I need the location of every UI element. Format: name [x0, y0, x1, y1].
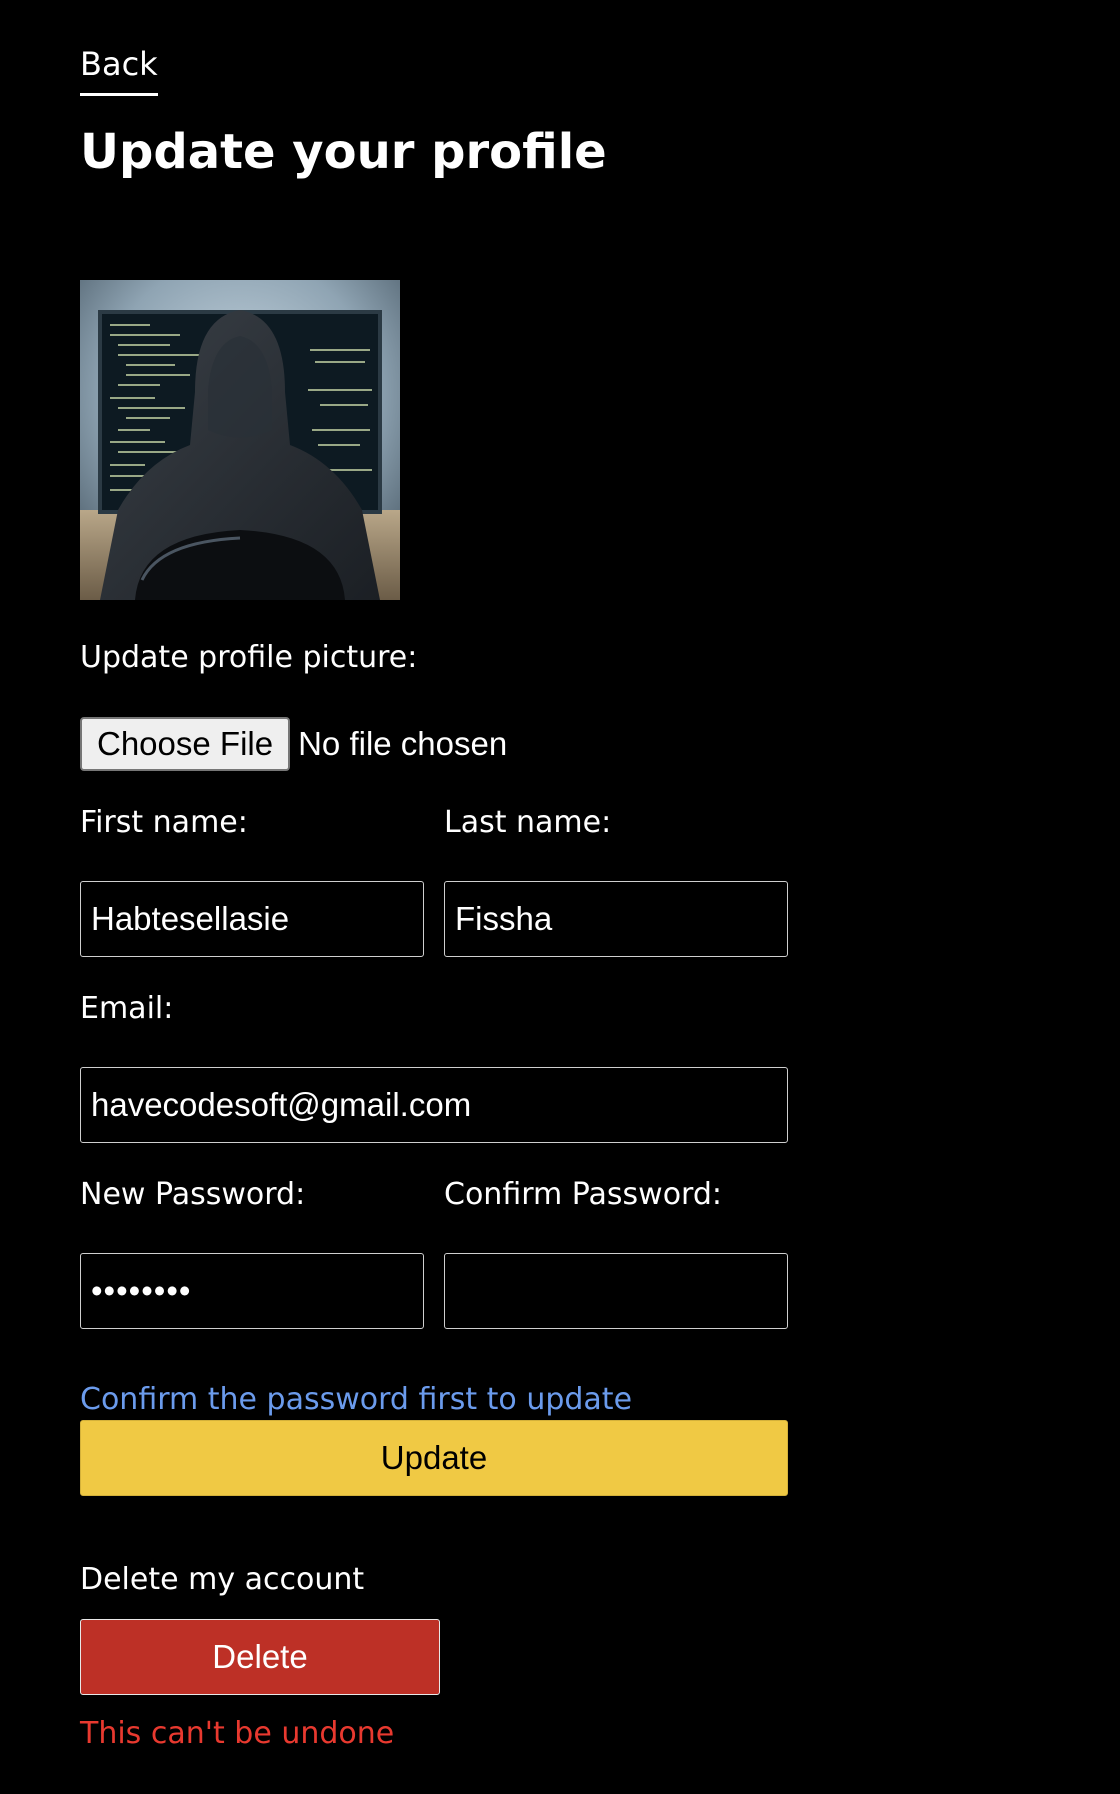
update-button[interactable]: Update — [80, 1420, 788, 1496]
last-name-input[interactable] — [444, 881, 788, 957]
delete-account-label: Delete my account — [80, 1562, 365, 1597]
file-picker: Choose File No file chosen — [80, 717, 507, 771]
hooded-coder-avatar-icon — [80, 280, 400, 600]
new-password-label: New Password: — [80, 1177, 306, 1212]
choose-file-button[interactable]: Choose File — [80, 717, 291, 771]
last-name-label: Last name: — [444, 805, 612, 840]
confirm-password-label: Confirm Password: — [444, 1177, 723, 1212]
first-name-input[interactable] — [80, 881, 424, 957]
profile-picture-label: Update profile picture: — [80, 640, 418, 675]
email-label: Email: — [80, 991, 174, 1026]
page-title: Update your profile — [80, 124, 607, 180]
delete-warning-text: This can't be undone — [80, 1716, 395, 1751]
file-status-text: No file chosen — [298, 725, 508, 762]
back-link[interactable]: Back — [80, 46, 158, 96]
delete-button[interactable]: Delete — [80, 1619, 440, 1695]
first-name-label: First name: — [80, 805, 248, 840]
profile-avatar — [80, 280, 400, 600]
confirm-password-hint: Confirm the password first to update — [80, 1382, 633, 1417]
new-password-input[interactable] — [80, 1253, 424, 1329]
email-input[interactable] — [80, 1067, 788, 1143]
confirm-password-input[interactable] — [444, 1253, 788, 1329]
